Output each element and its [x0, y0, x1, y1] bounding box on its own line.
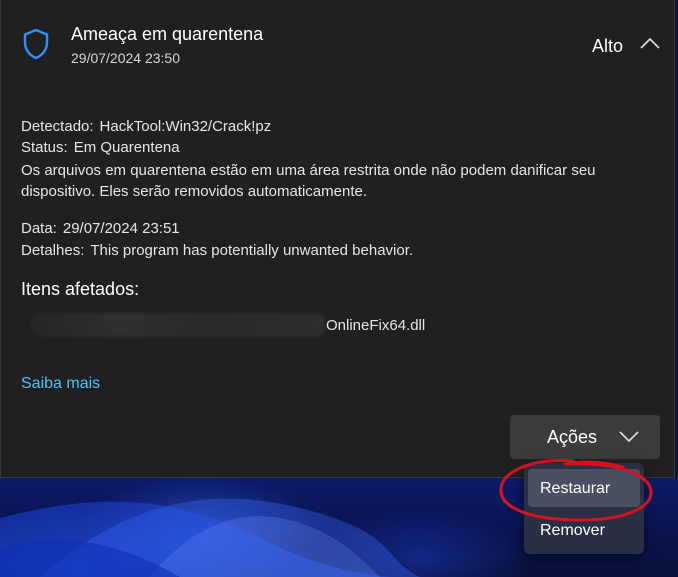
affected-file: OnlineFix64.dll	[326, 317, 426, 334]
threat-title: Ameaça em quarentena	[71, 24, 264, 44]
actions-menu: Restaurar Remover	[524, 463, 644, 554]
threat-timestamp: 29/07/2024 23:50	[71, 50, 180, 66]
menu-item-restore[interactable]: Restaurar	[528, 469, 640, 507]
date-label: Data:	[21, 220, 57, 237]
date-value: 29/07/2024 23:51	[62, 220, 180, 237]
detected-value: HackTool:Win32/Crack!pz	[99, 118, 272, 135]
details-label: Detalhes:	[21, 242, 85, 259]
details-value: This program has potentially unwanted be…	[90, 242, 414, 259]
quarantine-description: Os arquivos em quarentena estão em uma á…	[21, 162, 596, 200]
shield-icon	[23, 28, 49, 60]
status-row: Status: Em Quarentena	[21, 139, 180, 156]
detected-label: Detectado:	[21, 118, 94, 135]
menu-item-remove[interactable]: Remover	[528, 511, 640, 549]
detected-row: Detectado: HackTool:Win32/Crack!pz	[21, 118, 271, 135]
details-row: Detalhes: This program has potentially un…	[21, 242, 413, 259]
chevron-up-icon[interactable]	[639, 35, 661, 51]
affected-items-heading: Itens afetados:	[21, 279, 140, 299]
redacted-path	[31, 313, 325, 337]
actions-label: Ações	[547, 427, 598, 447]
threat-details-panel: Ameaça em quarentena 29/07/2024 23:50 Al…	[0, 0, 675, 478]
actions-button[interactable]: Ações	[510, 415, 660, 459]
severity-level: Alto	[592, 36, 624, 56]
date-row: Data: 29/07/2024 23:51	[21, 220, 180, 237]
status-label: Status:	[21, 139, 68, 156]
learn-more-link[interactable]: Saiba mais	[21, 375, 100, 393]
chevron-down-icon	[619, 431, 639, 443]
status-value: Em Quarentena	[73, 139, 180, 156]
